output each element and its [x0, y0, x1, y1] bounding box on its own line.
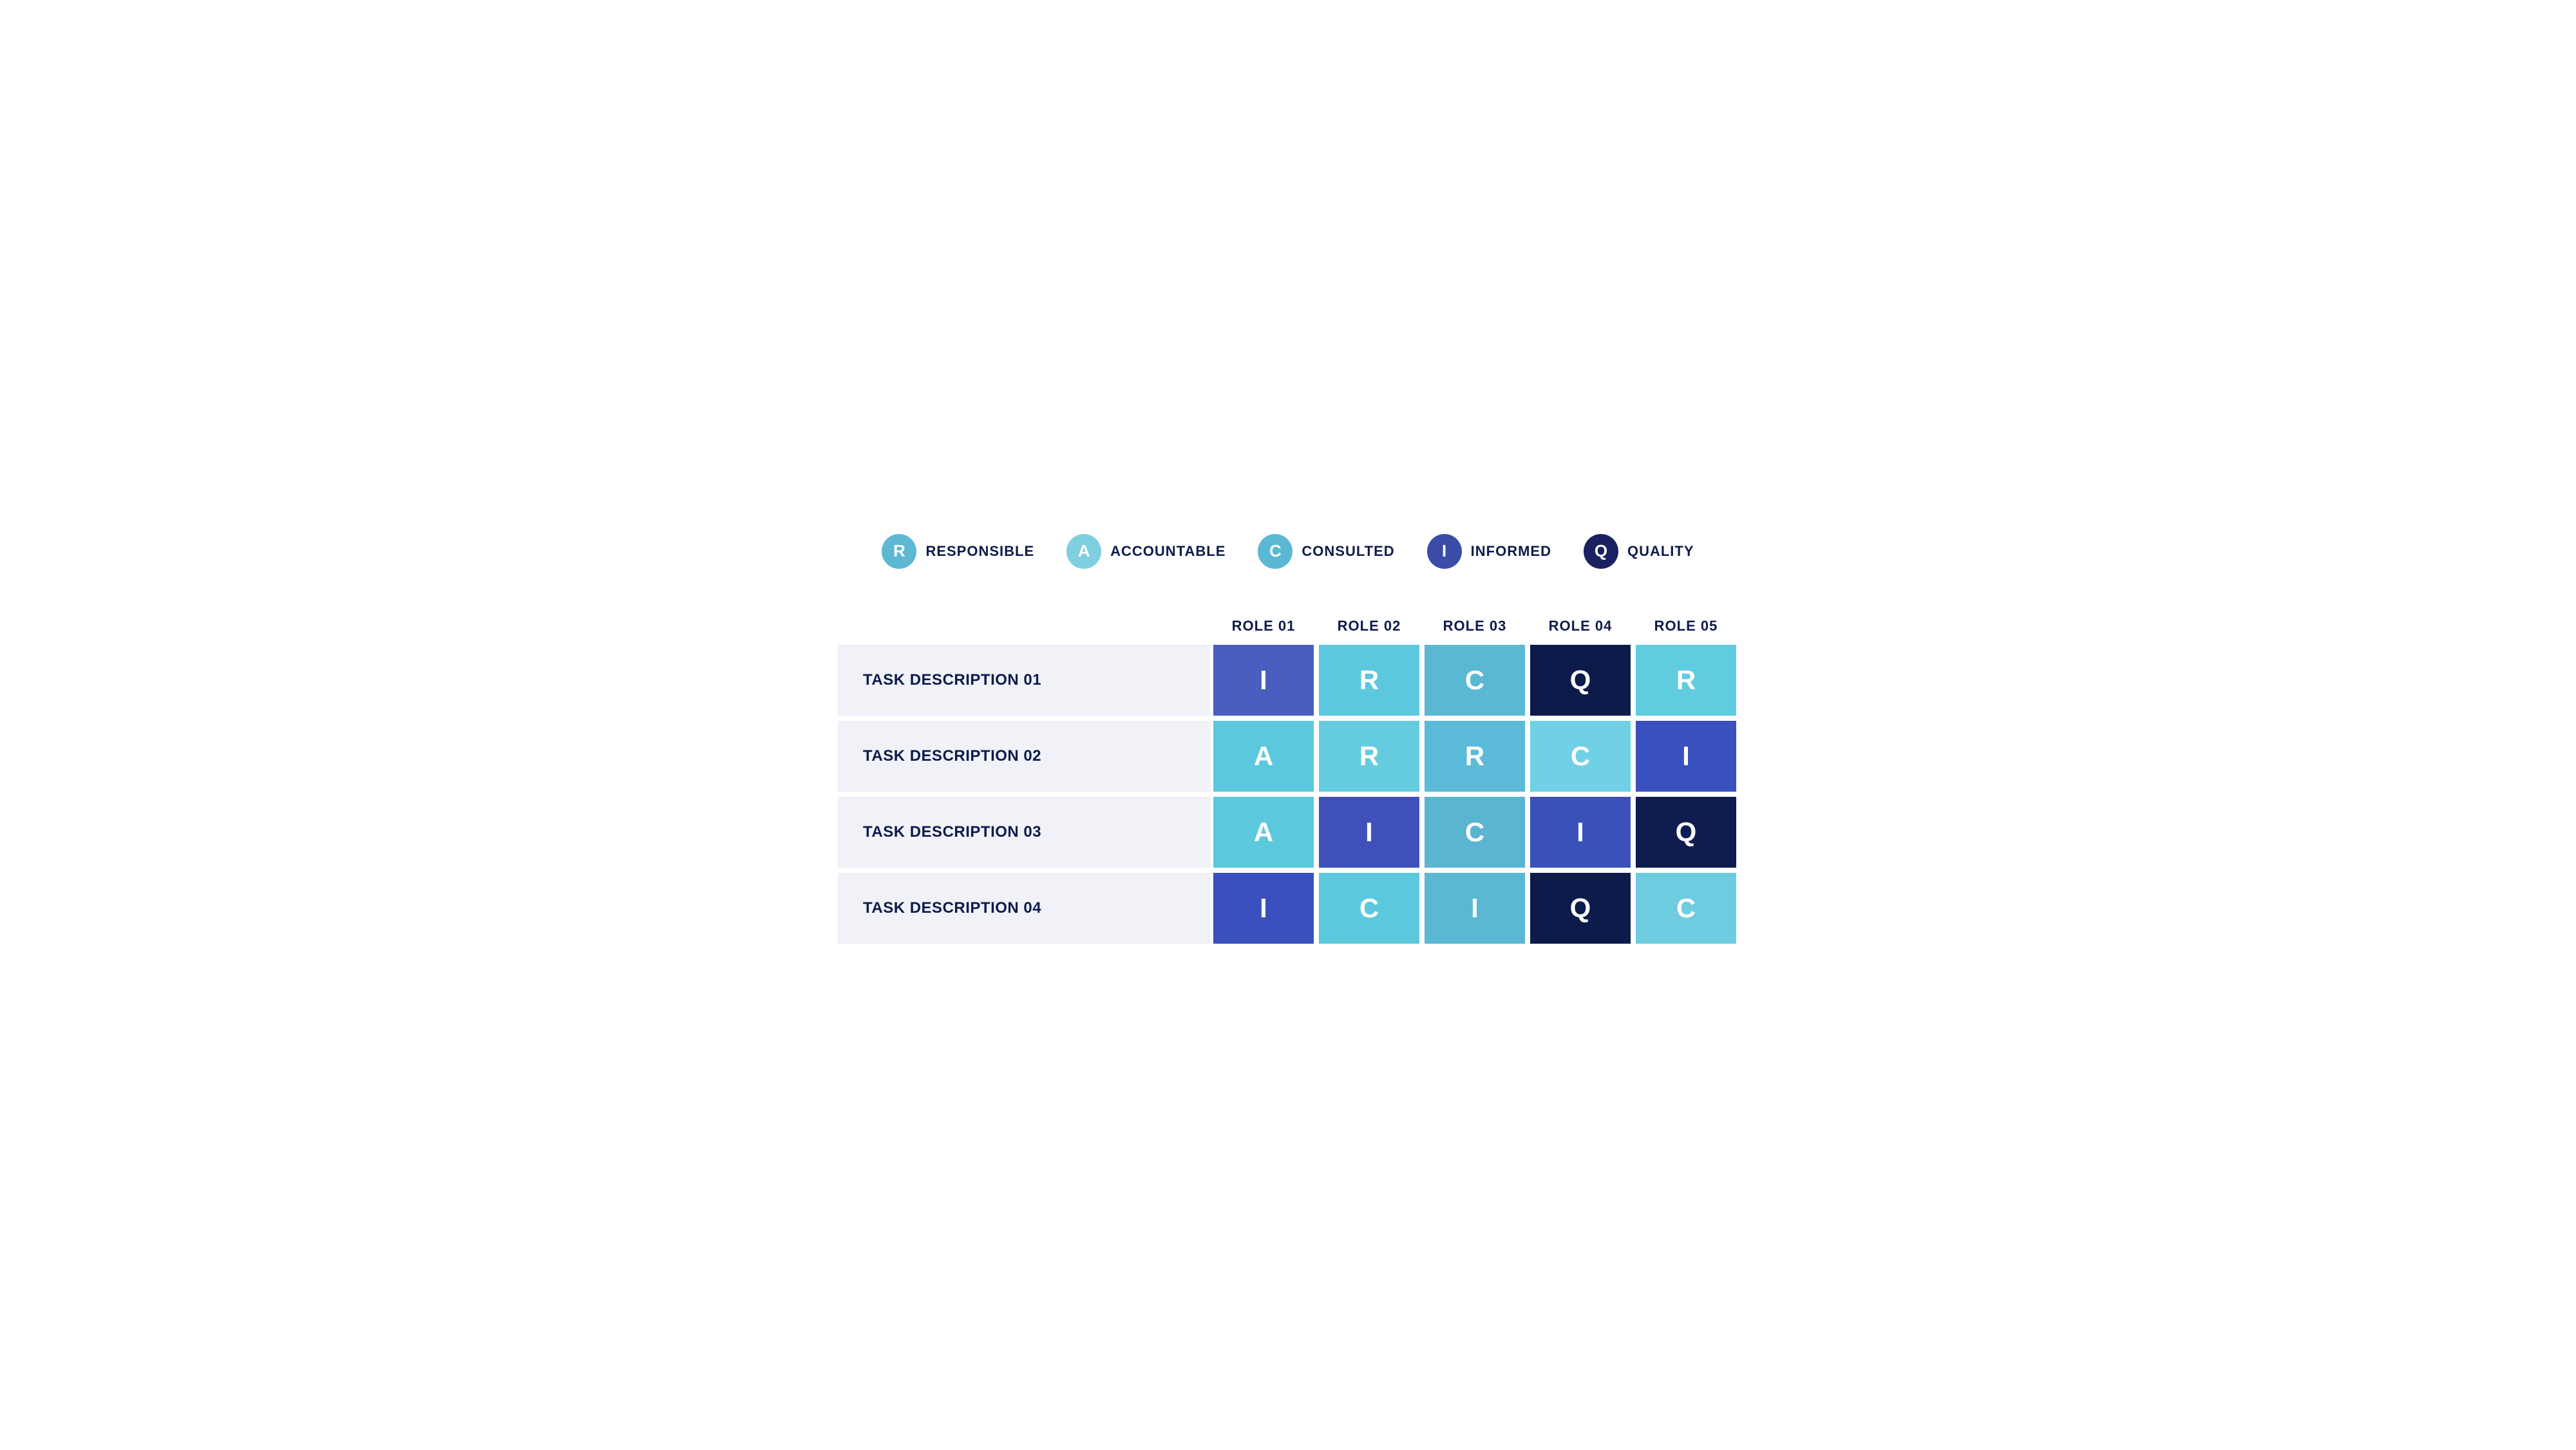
role-cell-r4-c4: Q: [1530, 873, 1631, 944]
legend-label-c: CONSULTED: [1302, 543, 1394, 560]
matrix-row-3: TASK DESCRIPTION 03AICIQ: [837, 797, 1739, 868]
task-cell-2: TASK DESCRIPTION 02: [837, 721, 1211, 792]
legend-label-q: QUALITY: [1627, 543, 1694, 560]
legend-label-r: RESPONSIBLE: [925, 543, 1034, 560]
role-cell-r2-c2: R: [1319, 721, 1419, 792]
legend-item-r: R RESPONSIBLE: [882, 534, 1034, 569]
task-cell-3: TASK DESCRIPTION 03: [837, 797, 1211, 868]
role-cell-r2-c1: A: [1213, 721, 1314, 792]
legend-item-i: I INFORMED: [1427, 534, 1551, 569]
column-header-0: [837, 607, 1211, 645]
role-cell-r2-c3: R: [1425, 721, 1525, 792]
role-cell-r3-c1: A: [1213, 797, 1314, 868]
matrix-body: TASK DESCRIPTION 01IRCQRTASK DESCRIPTION…: [837, 645, 1739, 949]
legend-section: R RESPONSIBLE A ACCOUNTABLE C CONSULTED …: [837, 534, 1739, 569]
role-cell-r4-c3: I: [1425, 873, 1525, 944]
page-container: R RESPONSIBLE A ACCOUNTABLE C CONSULTED …: [837, 502, 1739, 949]
role-cell-r4-c5: C: [1636, 873, 1736, 944]
column-header-5: ROLE 05: [1633, 607, 1739, 645]
task-cell-1: TASK DESCRIPTION 01: [837, 645, 1211, 716]
role-cell-r3-c2: I: [1319, 797, 1419, 868]
role-cell-r1-c5: R: [1636, 645, 1736, 716]
legend-badge-i: I: [1427, 534, 1462, 569]
column-header-4: ROLE 04: [1528, 607, 1633, 645]
column-header-1: ROLE 01: [1211, 607, 1316, 645]
matrix-container: ROLE 01ROLE 02ROLE 03ROLE 04ROLE 05 TASK…: [837, 607, 1739, 949]
task-label-3: TASK DESCRIPTION 03: [863, 823, 1041, 841]
role-cell-r3-c4: I: [1530, 797, 1631, 868]
legend-item-q: Q QUALITY: [1584, 534, 1694, 569]
column-header-2: ROLE 02: [1316, 607, 1422, 645]
role-cell-r3-c5: Q: [1636, 797, 1736, 868]
role-cell-r1-c1: I: [1213, 645, 1314, 716]
matrix-header-row: ROLE 01ROLE 02ROLE 03ROLE 04ROLE 05: [837, 607, 1739, 645]
legend-item-a: A ACCOUNTABLE: [1066, 534, 1226, 569]
matrix-row-2: TASK DESCRIPTION 02ARRCI: [837, 721, 1739, 792]
task-label-2: TASK DESCRIPTION 02: [863, 747, 1041, 765]
role-cell-r4-c2: C: [1319, 873, 1419, 944]
role-cell-r4-c1: I: [1213, 873, 1314, 944]
role-cell-r2-c4: C: [1530, 721, 1631, 792]
role-cell-r2-c5: I: [1636, 721, 1736, 792]
legend-label-a: ACCOUNTABLE: [1110, 543, 1226, 560]
role-cell-r1-c3: C: [1425, 645, 1525, 716]
legend-badge-c: C: [1258, 534, 1293, 569]
legend-badge-a: A: [1066, 534, 1101, 569]
role-cell-r1-c4: Q: [1530, 645, 1631, 716]
matrix-row-4: TASK DESCRIPTION 04ICIQC: [837, 873, 1739, 944]
matrix-row-1: TASK DESCRIPTION 01IRCQR: [837, 645, 1739, 716]
task-label-4: TASK DESCRIPTION 04: [863, 899, 1041, 917]
legend-label-i: INFORMED: [1471, 543, 1551, 560]
task-label-1: TASK DESCRIPTION 01: [863, 671, 1041, 689]
column-header-3: ROLE 03: [1422, 607, 1528, 645]
legend-badge-r: R: [882, 534, 916, 569]
role-cell-r3-c3: C: [1425, 797, 1525, 868]
legend-badge-q: Q: [1584, 534, 1618, 569]
role-cell-r1-c2: R: [1319, 645, 1419, 716]
legend-item-c: C CONSULTED: [1258, 534, 1394, 569]
task-cell-4: TASK DESCRIPTION 04: [837, 873, 1211, 944]
